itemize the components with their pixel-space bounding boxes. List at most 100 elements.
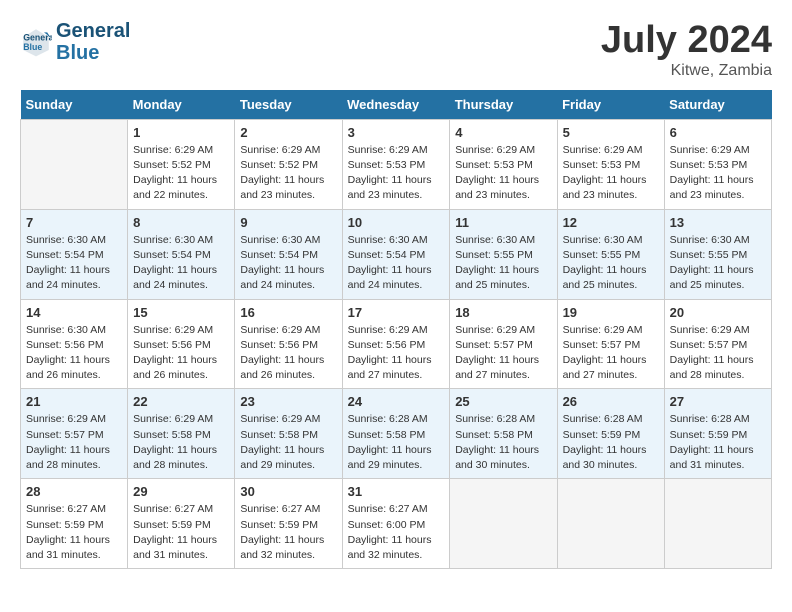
day-info: Sunrise: 6:29 AM Sunset: 5:57 PM Dayligh… <box>26 412 122 473</box>
calendar-table: SundayMondayTuesdayWednesdayThursdayFrid… <box>20 90 772 569</box>
calendar-cell <box>450 479 557 569</box>
day-number: 11 <box>455 215 551 230</box>
column-header-thursday: Thursday <box>450 90 557 120</box>
day-number: 22 <box>133 394 229 409</box>
day-number: 28 <box>26 484 122 499</box>
column-header-wednesday: Wednesday <box>342 90 450 120</box>
day-number: 6 <box>670 125 766 140</box>
day-number: 16 <box>240 305 336 320</box>
day-info: Sunrise: 6:28 AM Sunset: 5:58 PM Dayligh… <box>348 412 445 473</box>
calendar-cell: 29 Sunrise: 6:27 AM Sunset: 5:59 PM Dayli… <box>128 479 235 569</box>
day-info: Sunrise: 6:28 AM Sunset: 5:58 PM Dayligh… <box>455 412 551 473</box>
calendar-week-5: 28 Sunrise: 6:27 AM Sunset: 5:59 PM Dayli… <box>21 479 772 569</box>
calendar-cell: 24Sunrise: 6:28 AM Sunset: 5:58 PM Dayli… <box>342 389 450 479</box>
day-number: 9 <box>240 215 336 230</box>
day-info: Sunrise: 6:30 AM Sunset: 5:56 PM Dayligh… <box>26 323 122 384</box>
location: Kitwe, Zambia <box>601 62 772 80</box>
calendar-cell: 25Sunrise: 6:28 AM Sunset: 5:58 PM Dayli… <box>450 389 557 479</box>
calendar-cell: 18 Sunrise: 6:29 AM Sunset: 5:57 PM Dayli… <box>450 299 557 389</box>
calendar-cell: 23Sunrise: 6:29 AM Sunset: 5:58 PM Dayli… <box>235 389 342 479</box>
day-number: 2 <box>240 125 336 140</box>
day-info: Sunrise: 6:27 AM Sunset: 5:59 PM Dayligh… <box>26 502 122 563</box>
day-number: 1 <box>133 125 229 140</box>
calendar-cell: 26 Sunrise: 6:28 AM Sunset: 5:59 PM Dayli… <box>557 389 664 479</box>
day-number: 5 <box>563 125 659 140</box>
day-number: 26 <box>563 394 659 409</box>
day-info: Sunrise: 6:29 AM Sunset: 5:52 PM Dayligh… <box>133 143 229 204</box>
page-header: General Blue General Blue July 2024 Kitw… <box>20 20 772 80</box>
calendar-cell: 8Sunrise: 6:30 AM Sunset: 5:54 PM Daylig… <box>128 209 235 299</box>
column-header-saturday: Saturday <box>664 90 771 120</box>
day-number: 29 <box>133 484 229 499</box>
day-info: Sunrise: 6:29 AM Sunset: 5:53 PM Dayligh… <box>563 143 659 204</box>
day-info: Sunrise: 6:29 AM Sunset: 5:57 PM Dayligh… <box>670 323 766 384</box>
day-info: Sunrise: 6:29 AM Sunset: 5:56 PM Dayligh… <box>133 323 229 384</box>
month-title: July 2024 <box>601 20 772 62</box>
day-number: 27 <box>670 394 766 409</box>
calendar-cell: 17 Sunrise: 6:29 AM Sunset: 5:56 PM Dayli… <box>342 299 450 389</box>
day-info: Sunrise: 6:29 AM Sunset: 5:57 PM Dayligh… <box>455 323 551 384</box>
svg-text:Blue: Blue <box>23 42 42 52</box>
day-info: Sunrise: 6:28 AM Sunset: 5:59 PM Dayligh… <box>563 412 659 473</box>
day-number: 10 <box>348 215 445 230</box>
column-header-sunday: Sunday <box>21 90 128 120</box>
calendar-cell <box>664 479 771 569</box>
day-info: Sunrise: 6:29 AM Sunset: 5:53 PM Dayligh… <box>348 143 445 204</box>
day-number: 14 <box>26 305 122 320</box>
calendar-cell: 13 Sunrise: 6:30 AM Sunset: 5:55 PM Dayli… <box>664 209 771 299</box>
day-info: Sunrise: 6:27 AM Sunset: 6:00 PM Dayligh… <box>348 502 445 563</box>
calendar-cell: 19 Sunrise: 6:29 AM Sunset: 5:57 PM Dayli… <box>557 299 664 389</box>
day-info: Sunrise: 6:29 AM Sunset: 5:58 PM Dayligh… <box>133 412 229 473</box>
day-info: Sunrise: 6:29 AM Sunset: 5:53 PM Dayligh… <box>670 143 766 204</box>
day-info: Sunrise: 6:30 AM Sunset: 5:55 PM Dayligh… <box>670 233 766 294</box>
day-info: Sunrise: 6:29 AM Sunset: 5:53 PM Dayligh… <box>455 143 551 204</box>
calendar-body: 1 Sunrise: 6:29 AM Sunset: 5:52 PM Daylig… <box>21 119 772 568</box>
day-info: Sunrise: 6:29 AM Sunset: 5:56 PM Dayligh… <box>348 323 445 384</box>
calendar-cell: 22 Sunrise: 6:29 AM Sunset: 5:58 PM Dayli… <box>128 389 235 479</box>
calendar-week-2: 7Sunrise: 6:30 AM Sunset: 5:54 PM Daylig… <box>21 209 772 299</box>
day-number: 13 <box>670 215 766 230</box>
calendar-header-row: SundayMondayTuesdayWednesdayThursdayFrid… <box>21 90 772 120</box>
day-number: 20 <box>670 305 766 320</box>
calendar-cell: 6 Sunrise: 6:29 AM Sunset: 5:53 PM Daylig… <box>664 119 771 209</box>
day-info: Sunrise: 6:30 AM Sunset: 5:54 PM Dayligh… <box>348 233 445 294</box>
day-number: 21 <box>26 394 122 409</box>
calendar-cell: 9 Sunrise: 6:30 AM Sunset: 5:54 PM Daylig… <box>235 209 342 299</box>
day-number: 3 <box>348 125 445 140</box>
calendar-cell: 14 Sunrise: 6:30 AM Sunset: 5:56 PM Dayli… <box>21 299 128 389</box>
calendar-cell: 30Sunrise: 6:27 AM Sunset: 5:59 PM Dayli… <box>235 479 342 569</box>
column-header-friday: Friday <box>557 90 664 120</box>
calendar-cell: 7Sunrise: 6:30 AM Sunset: 5:54 PM Daylig… <box>21 209 128 299</box>
calendar-cell: 4 Sunrise: 6:29 AM Sunset: 5:53 PM Daylig… <box>450 119 557 209</box>
day-info: Sunrise: 6:28 AM Sunset: 5:59 PM Dayligh… <box>670 412 766 473</box>
day-number: 18 <box>455 305 551 320</box>
title-block: July 2024 Kitwe, Zambia <box>601 20 772 80</box>
column-header-tuesday: Tuesday <box>235 90 342 120</box>
day-info: Sunrise: 6:30 AM Sunset: 5:54 PM Dayligh… <box>240 233 336 294</box>
day-number: 4 <box>455 125 551 140</box>
day-number: 23 <box>240 394 336 409</box>
calendar-cell: 16 Sunrise: 6:29 AM Sunset: 5:56 PM Dayli… <box>235 299 342 389</box>
calendar-week-4: 21 Sunrise: 6:29 AM Sunset: 5:57 PM Dayli… <box>21 389 772 479</box>
day-info: Sunrise: 6:27 AM Sunset: 5:59 PM Dayligh… <box>133 502 229 563</box>
calendar-cell <box>21 119 128 209</box>
day-info: Sunrise: 6:30 AM Sunset: 5:54 PM Dayligh… <box>26 233 122 294</box>
calendar-cell: 27 Sunrise: 6:28 AM Sunset: 5:59 PM Dayli… <box>664 389 771 479</box>
calendar-cell: 15 Sunrise: 6:29 AM Sunset: 5:56 PM Dayli… <box>128 299 235 389</box>
day-number: 15 <box>133 305 229 320</box>
logo-icon: General Blue <box>20 26 52 58</box>
calendar-week-3: 14 Sunrise: 6:30 AM Sunset: 5:56 PM Dayli… <box>21 299 772 389</box>
day-number: 19 <box>563 305 659 320</box>
calendar-cell: 31 Sunrise: 6:27 AM Sunset: 6:00 PM Dayli… <box>342 479 450 569</box>
calendar-week-1: 1 Sunrise: 6:29 AM Sunset: 5:52 PM Daylig… <box>21 119 772 209</box>
day-number: 17 <box>348 305 445 320</box>
day-info: Sunrise: 6:29 AM Sunset: 5:57 PM Dayligh… <box>563 323 659 384</box>
day-number: 31 <box>348 484 445 499</box>
day-number: 12 <box>563 215 659 230</box>
calendar-cell: 5 Sunrise: 6:29 AM Sunset: 5:53 PM Daylig… <box>557 119 664 209</box>
logo-line2: Blue <box>56 42 99 64</box>
day-info: Sunrise: 6:29 AM Sunset: 5:56 PM Dayligh… <box>240 323 336 384</box>
calendar-cell: 12Sunrise: 6:30 AM Sunset: 5:55 PM Dayli… <box>557 209 664 299</box>
day-info: Sunrise: 6:29 AM Sunset: 5:52 PM Dayligh… <box>240 143 336 204</box>
calendar-cell: 20 Sunrise: 6:29 AM Sunset: 5:57 PM Dayli… <box>664 299 771 389</box>
